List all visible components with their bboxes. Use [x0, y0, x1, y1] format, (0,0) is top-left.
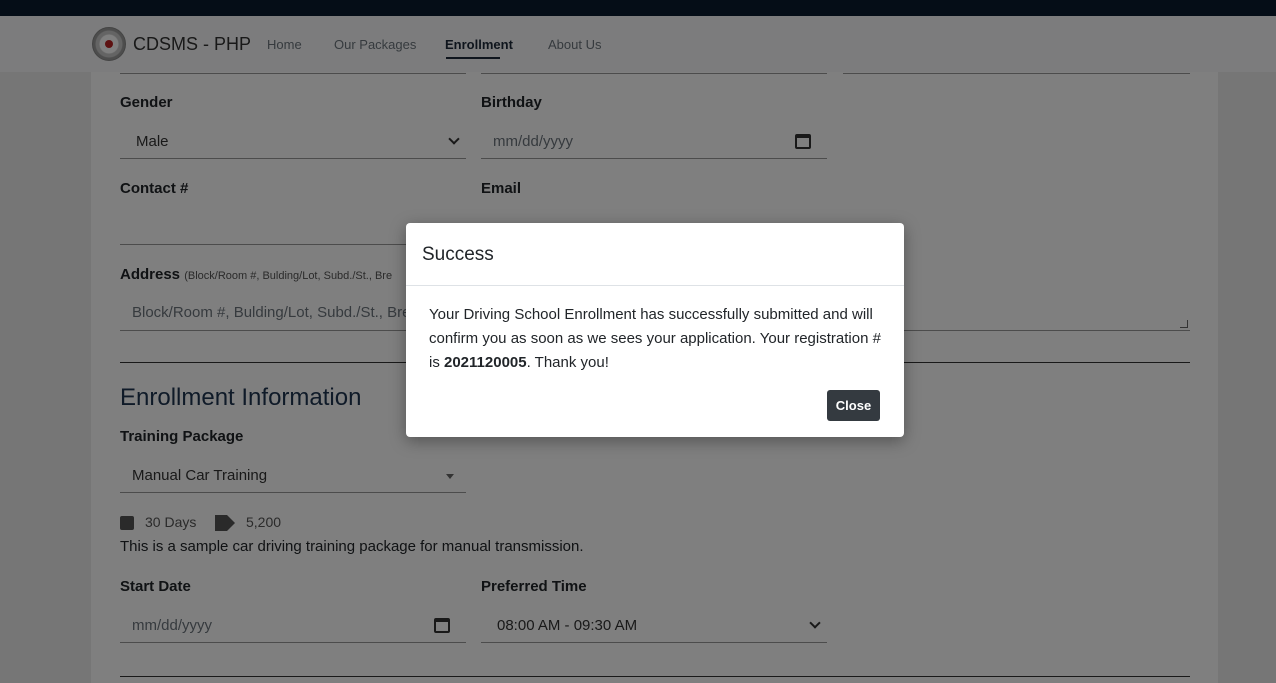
- modal-title: Success: [422, 244, 494, 265]
- close-button[interactable]: Close: [827, 390, 880, 421]
- registration-number: 2021120005: [444, 354, 527, 371]
- modal-header: Success: [406, 223, 904, 286]
- modal-message-end: . Thank you!: [526, 354, 609, 371]
- success-modal: Success Your Driving School Enrollment h…: [406, 223, 904, 437]
- modal-message: Your Driving School Enrollment has succe…: [429, 303, 889, 375]
